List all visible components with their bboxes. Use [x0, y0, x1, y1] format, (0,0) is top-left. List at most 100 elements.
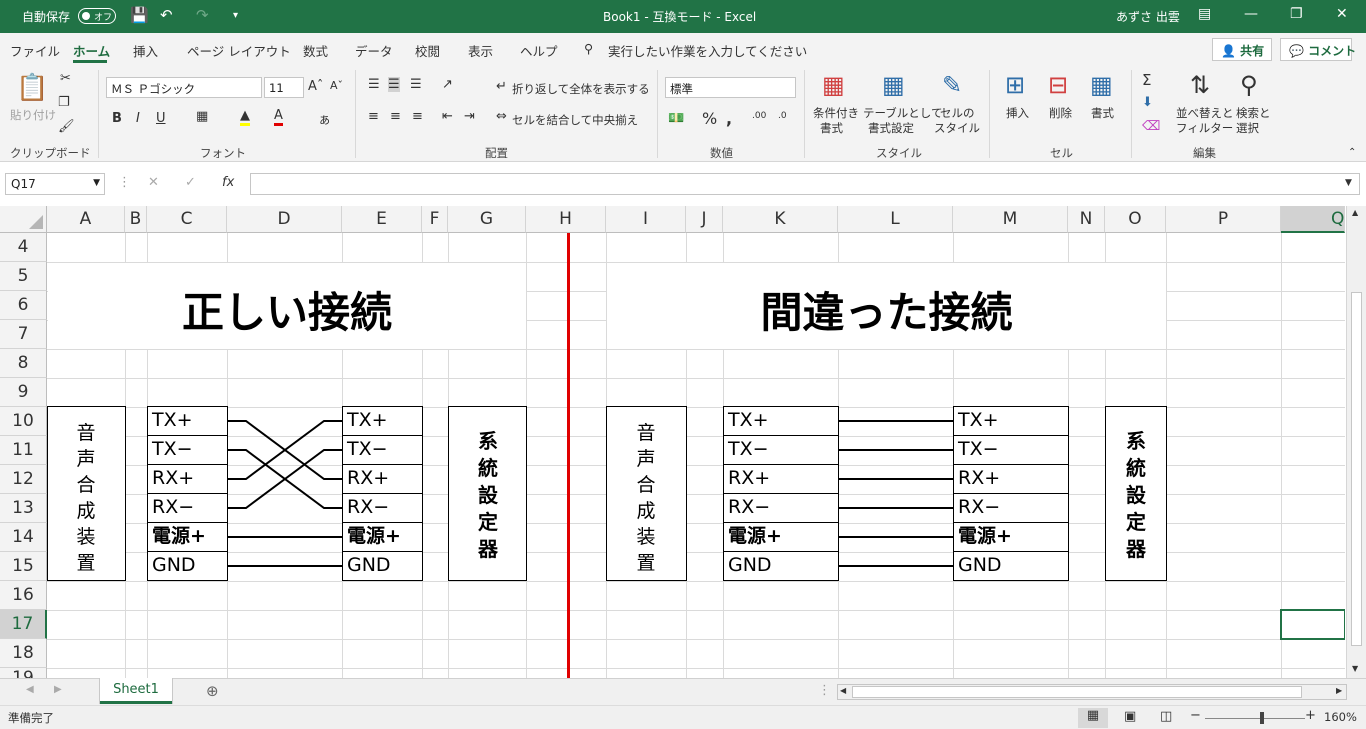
align-middle-icon[interactable]: ☰ [388, 77, 400, 92]
find-select-label-2[interactable]: 選択 [1236, 120, 1259, 136]
decrease-font-icon[interactable]: Aˇ [330, 79, 343, 92]
orientation-icon[interactable]: ↗ [442, 77, 453, 92]
selected-cell-q17[interactable] [1280, 609, 1345, 640]
cell-styles-label-2[interactable]: スタイル [934, 120, 980, 136]
cell-styles-icon[interactable]: ✎ [942, 71, 962, 99]
prev-sheet-icon[interactable]: ◀ [26, 684, 34, 695]
delete-cells-button[interactable]: 削除 [1049, 105, 1072, 121]
ribbon-display-icon[interactable]: ▤ [1198, 6, 1211, 22]
sort-filter-label-1[interactable]: 並べ替えと [1176, 105, 1234, 121]
bold-button[interactable]: B [112, 111, 122, 126]
tell-me-box[interactable]: 実行したい作業を入力してください [608, 41, 807, 60]
tab-data[interactable]: データ [355, 41, 393, 60]
save-icon[interactable]: 💾 [130, 6, 149, 24]
conditional-formatting-icon[interactable]: ▦ [822, 71, 845, 99]
wrap-text-icon[interactable]: ↵ [496, 79, 507, 94]
conditional-formatting-label-2[interactable]: 書式 [820, 120, 843, 136]
borders-icon[interactable]: ▦ [196, 109, 208, 124]
wrap-text-button[interactable]: 折り返して全体を表示する [512, 81, 650, 97]
tab-file[interactable]: ファイル [10, 41, 60, 60]
find-select-label-1[interactable]: 検索と [1236, 105, 1271, 121]
collapse-ribbon-icon[interactable]: ⌃ [1348, 147, 1356, 158]
customize-qat-icon[interactable]: ▾ [233, 10, 238, 21]
page-break-view-icon[interactable]: ◫ [1160, 709, 1172, 724]
share-button[interactable]: 👤 共有 [1212, 38, 1272, 61]
paste-button[interactable]: 貼り付け [10, 107, 56, 123]
sort-filter-label-2[interactable]: フィルター [1176, 120, 1233, 136]
tab-formulas[interactable]: 数式 [303, 41, 328, 60]
copy-icon[interactable]: ❐ [58, 95, 70, 110]
page-layout-view-icon[interactable]: ▣ [1124, 709, 1136, 724]
percent-icon[interactable]: % [702, 109, 717, 128]
autosum-icon[interactable]: Σ [1142, 71, 1151, 89]
underline-button[interactable]: U [156, 111, 166, 126]
scroll-left-icon[interactable]: ◀ [840, 686, 846, 695]
tab-view[interactable]: 表示 [468, 41, 493, 60]
format-painter-icon[interactable]: 🖌 [58, 119, 75, 134]
next-sheet-icon[interactable]: ▶ [54, 684, 62, 695]
horizontal-scroll-thumb[interactable] [852, 686, 1302, 698]
name-box[interactable]: Q17 ▼ [5, 173, 105, 195]
align-right-icon[interactable]: ≡ [412, 109, 423, 124]
number-format-select[interactable]: 標準 [665, 77, 796, 98]
insert-cells-icon[interactable]: ⊞ [1005, 71, 1025, 99]
currency-icon[interactable]: 💵 [668, 111, 684, 126]
delete-cells-icon[interactable]: ⊟ [1048, 71, 1068, 99]
phonetic-icon[interactable]: ぁ [318, 109, 331, 128]
comma-icon[interactable]: , [726, 109, 732, 128]
format-cells-button[interactable]: 書式 [1091, 105, 1114, 121]
paste-icon[interactable]: 📋 [16, 73, 48, 103]
align-left-icon[interactable]: ≡ [368, 109, 379, 124]
font-color-icon[interactable]: A [274, 109, 283, 126]
find-select-icon[interactable]: ⚲ [1240, 71, 1258, 99]
minimize-icon[interactable]: — [1244, 6, 1258, 22]
conditional-formatting-label-1[interactable]: 条件付き [813, 105, 859, 121]
increase-decimal-icon[interactable]: .00 [752, 111, 766, 121]
new-sheet-icon[interactable]: ⊕ [206, 682, 219, 700]
cell-styles-label-1[interactable]: セルの [940, 105, 975, 121]
zoom-level[interactable]: 160% [1324, 710, 1357, 724]
decrease-decimal-icon[interactable]: .0 [778, 111, 787, 121]
align-center-icon[interactable]: ≡ [390, 109, 401, 124]
format-as-table-icon[interactable]: ▦ [882, 71, 905, 99]
fill-color-icon[interactable]: ▲ [240, 109, 250, 126]
tell-me-icon[interactable]: ⚲ [584, 41, 593, 56]
expand-formula-icon[interactable]: ▼ [1345, 178, 1352, 188]
sort-filter-icon[interactable]: ⇅ [1190, 71, 1210, 99]
zoom-in-icon[interactable]: + [1305, 708, 1316, 723]
vertical-scroll-thumb[interactable] [1351, 292, 1362, 646]
cancel-icon[interactable]: ✕ [148, 175, 159, 190]
restore-icon[interactable]: ❐ [1290, 6, 1303, 22]
name-box-dropdown-icon[interactable]: ▼ [93, 178, 100, 188]
increase-indent-icon[interactable]: ⇥ [464, 109, 475, 124]
format-as-table-label-1[interactable]: テーブルとして [863, 105, 942, 121]
redo-icon[interactable]: ↷ [196, 6, 209, 24]
merge-center-button[interactable]: セルを結合して中央揃え [512, 112, 638, 128]
zoom-slider-thumb[interactable] [1260, 712, 1264, 724]
undo-icon[interactable]: ↶ [160, 6, 173, 24]
scroll-down-icon[interactable]: ▼ [1352, 664, 1358, 673]
font-size-select[interactable]: 11 [264, 77, 304, 98]
format-cells-icon[interactable]: ▦ [1090, 71, 1113, 99]
autosave-toggle[interactable]: オフ [78, 8, 116, 24]
fill-icon[interactable]: ⬇ [1142, 95, 1153, 110]
align-bottom-icon[interactable]: ☰ [410, 77, 422, 92]
font-name-select[interactable]: ＭＳ Ｐゴシック [106, 77, 262, 98]
user-name[interactable]: あずさ 出雲 [1116, 8, 1180, 25]
tab-insert[interactable]: 挿入 [133, 41, 158, 60]
insert-cells-button[interactable]: 挿入 [1006, 105, 1029, 121]
tab-home[interactable]: ホーム [73, 41, 110, 60]
tab-splitter-icon[interactable]: ⋮ [818, 683, 831, 698]
format-as-table-label-2[interactable]: 書式設定 [868, 120, 914, 136]
formula-input[interactable] [250, 173, 1360, 195]
cut-icon[interactable]: ✂ [60, 71, 71, 86]
clear-icon[interactable]: ⌫ [1142, 119, 1160, 134]
vertical-scrollbar[interactable]: ▲ ▼ [1346, 206, 1366, 678]
enter-icon[interactable]: ✓ [185, 175, 196, 190]
sheet-tab-sheet1[interactable]: Sheet1 [100, 678, 172, 704]
tab-review[interactable]: 校閲 [415, 41, 440, 60]
italic-button[interactable]: I [136, 111, 140, 126]
normal-view-icon[interactable]: ▦ [1078, 708, 1108, 728]
tab-page-layout[interactable]: ページ レイアウト [187, 41, 291, 60]
align-top-icon[interactable]: ☰ [368, 77, 380, 92]
